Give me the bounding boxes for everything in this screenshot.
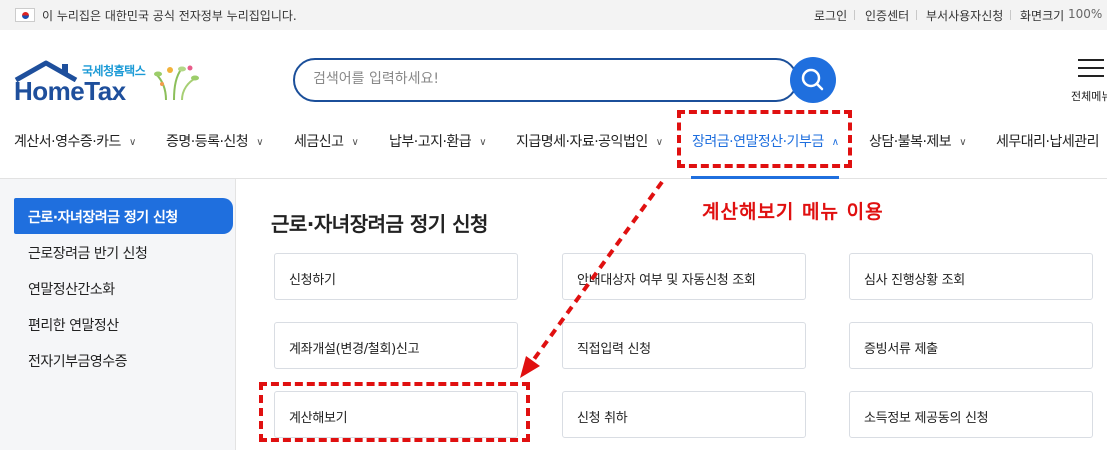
annotation-arrow xyxy=(520,180,664,378)
